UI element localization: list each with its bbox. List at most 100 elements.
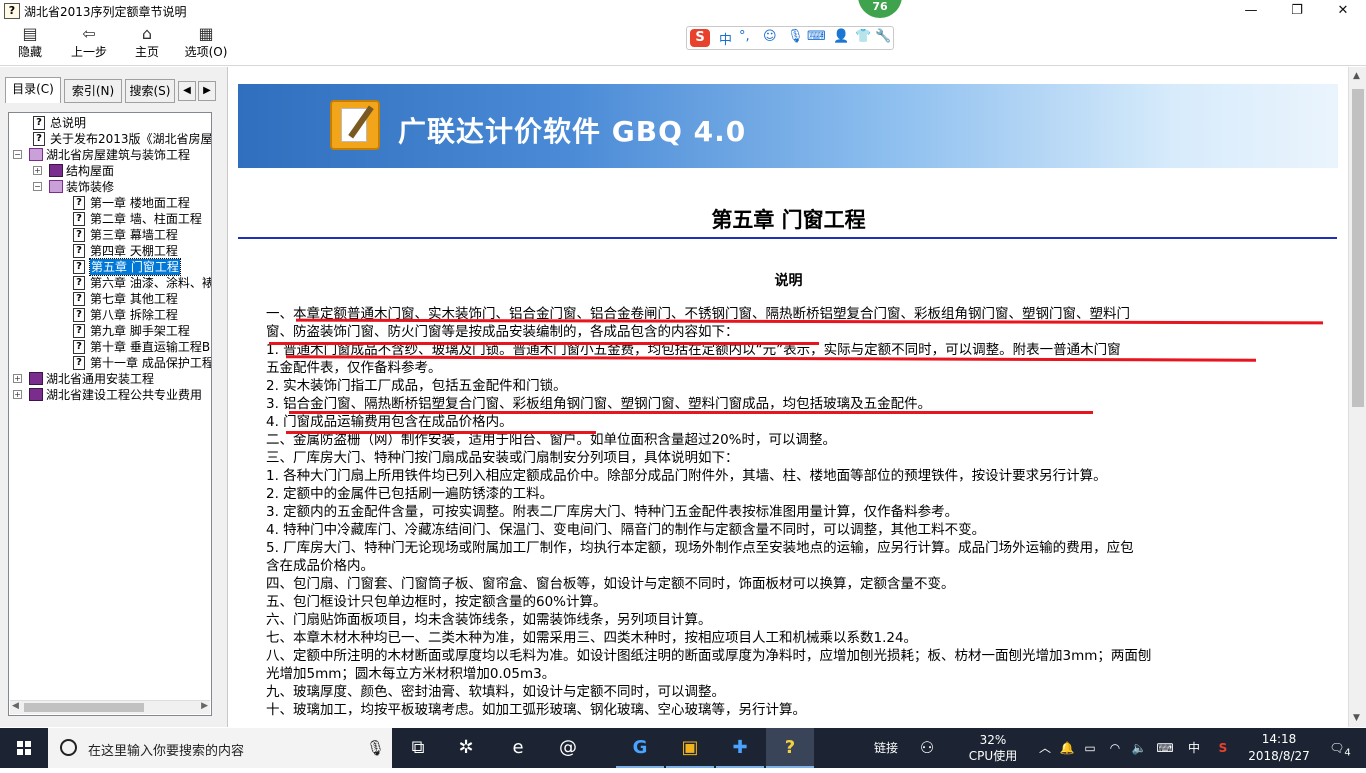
scroll-down-icon[interactable]: ▼ — [1353, 713, 1360, 723]
document-body: 一、本章定额普通木门窗、实木装饰门、铝合金门窗、铝合金卷闸门、不锈钢门窗、隔热断… — [266, 305, 1306, 719]
tab-scroll-right-icon[interactable]: ▶ — [198, 81, 216, 101]
taskbar-search[interactable]: 在这里输入你要搜索的内容 🎙 — [48, 728, 392, 768]
maximize-button[interactable]: ❐ — [1274, 0, 1320, 22]
help-page-icon: ? — [73, 356, 85, 370]
tree-horizontal-scrollbar[interactable]: ◀ ▶ — [10, 700, 210, 714]
cpu-meter[interactable]: 32% CPU使用 — [958, 728, 1028, 768]
book-icon — [49, 164, 63, 177]
tree-node-label: 关于发布2013版《湖北省房屋 — [50, 132, 212, 146]
keyboard-icon[interactable]: ⌨ — [807, 29, 826, 44]
expand-icon[interactable]: + — [33, 166, 42, 175]
contents-tree[interactable]: ? 总说明? 关于发布2013版《湖北省房屋 − 湖北省房屋建筑与装饰工程 + 结构屋面 − 装… — [8, 112, 212, 716]
chevron-up-icon[interactable]: ︿ — [1034, 728, 1056, 768]
doc-line: 五金配件表，仅作备料参考。 — [266, 360, 442, 376]
toolbar: ▤ 隐藏 ⇦ 上一步 ⌂ 主页 ▦ 选项(O) — [0, 22, 1366, 66]
sogou-tray-icon[interactable]: S — [1212, 728, 1234, 768]
tree-node-label: 结构屋面 — [66, 164, 115, 178]
scroll-thumb[interactable] — [1352, 89, 1364, 407]
product-banner: 广联达计价软件 GBQ 4.0 — [238, 84, 1338, 168]
g-app-icon[interactable]: G — [616, 728, 664, 768]
notepad-icon[interactable]: ▣ — [666, 728, 714, 768]
notification-count: 4 — [1344, 747, 1351, 759]
window-title: 湖北省2013序列定额章节说明 — [24, 5, 187, 19]
help-file-icon[interactable]: ? — [766, 728, 814, 768]
volume-icon[interactable]: 🔈 — [1128, 728, 1150, 768]
doc-line: 十、玻璃加工，均按平板玻璃考虑。如加工弧形玻璃、钢化玻璃、空心玻璃等，另行计算。 — [266, 702, 806, 718]
hide-button[interactable]: ▤ 隐藏 — [8, 24, 52, 64]
help-page-icon: ? — [73, 228, 85, 242]
tree-node[interactable]: ? 第七章 其他工程 — [9, 291, 211, 307]
ime-indicator[interactable]: 中 — [1182, 728, 1206, 768]
tree-node[interactable]: ? 关于发布2013版《湖北省房屋 — [9, 131, 212, 147]
tree-node-label: 第二章 墙、柱面工程 — [90, 212, 202, 226]
people-icon[interactable]: ⚇ — [912, 728, 942, 768]
wifi-icon[interactable]: ◠ — [1104, 728, 1126, 768]
hide-pane-icon: ▤ — [22, 24, 38, 43]
ime-toolbar[interactable]: S 中 °, ☺ 🎙 ⌨ 👤 👕 🔧 — [686, 26, 894, 50]
doc-line: 4. 特种门中冷藏库门、冷藏冻结间门、保温门、变电间门、隔音门的制作与定额含量不… — [266, 522, 986, 538]
tree-node[interactable]: ? 第二章 墙、柱面工程 — [9, 211, 211, 227]
action-center-icon[interactable]: 🗨4 — [1322, 728, 1358, 768]
start-button[interactable] — [0, 728, 48, 768]
tree-node[interactable]: ? 第九章 脚手架工程 — [9, 323, 211, 339]
tab-contents[interactable]: 目录(C) — [5, 77, 61, 103]
ime-punct[interactable]: °, — [739, 29, 750, 44]
tab-index[interactable]: 索引(N) — [64, 79, 122, 103]
scroll-left-icon[interactable]: ◀ — [12, 701, 19, 711]
tree-node[interactable]: ? 第十章 垂直运输工程B — [9, 339, 211, 355]
smiley-icon[interactable]: ☺ — [763, 29, 777, 44]
shirt-icon[interactable]: 👕 — [855, 29, 871, 44]
expand-icon[interactable]: + — [13, 374, 22, 383]
wrench-icon[interactable]: 🔧 — [875, 29, 891, 44]
scroll-thumb[interactable] — [24, 703, 144, 712]
edge-icon[interactable]: e — [494, 728, 542, 768]
task-view-icon[interactable]: ⧉ — [394, 728, 442, 768]
book-icon — [29, 388, 43, 401]
tree-node[interactable]: − 湖北省房屋建筑与装饰工程 — [9, 147, 211, 163]
red-underline — [286, 431, 596, 434]
tab-search[interactable]: 搜索(S) — [125, 79, 175, 103]
floating-badge[interactable]: 76 — [858, 0, 902, 18]
tree-node[interactable]: + 湖北省通用安装工程 — [9, 371, 211, 387]
collapse-icon[interactable]: − — [13, 150, 22, 159]
plus-app-icon[interactable]: ✚ — [716, 728, 764, 768]
notification-bell-icon[interactable]: 🔔 — [1058, 728, 1076, 768]
banner-title: 广联达计价软件 GBQ 4.0 — [398, 115, 747, 148]
collapse-icon[interactable]: − — [33, 182, 42, 191]
tree-node[interactable]: ? 第十一章 成品保护工程 — [9, 355, 211, 371]
scroll-up-icon[interactable]: ▲ — [1353, 71, 1360, 81]
tree-node[interactable]: + 湖北省建设工程公共专业费用 — [9, 387, 211, 403]
tree-node[interactable]: + 结构屋面 — [9, 163, 211, 179]
user-icon[interactable]: 👤 — [833, 29, 849, 44]
ime-mode[interactable]: 中 — [719, 29, 732, 48]
touch-keyboard-icon[interactable]: ⌨ — [1152, 728, 1178, 768]
tree-node[interactable]: ? 总说明 — [9, 115, 211, 131]
tree-node[interactable]: ? 第八章 拆除工程 — [9, 307, 211, 323]
tab-scroll-left-icon[interactable]: ◀ — [178, 81, 196, 101]
back-button[interactable]: ⇦ 上一步 — [62, 24, 116, 64]
options-button[interactable]: ▦ 选项(O) — [180, 24, 232, 64]
sogou-logo-icon[interactable]: S — [690, 29, 710, 47]
help-page-icon: ? — [73, 324, 85, 338]
doc-line: 九、玻璃厚度、颜色、密封油膏、软填料，如设计与定额不同时，可以调整。 — [266, 684, 725, 700]
mic-icon[interactable]: 🎙 — [366, 739, 385, 757]
swirl-icon[interactable]: @ — [544, 728, 592, 768]
clock[interactable]: 14:18 2018/8/27 — [1240, 728, 1318, 768]
scroll-right-icon[interactable]: ▶ — [201, 701, 208, 711]
vertical-scrollbar[interactable]: ▲ ▼ — [1348, 67, 1366, 727]
minimize-button[interactable]: — — [1228, 0, 1274, 22]
tree-node[interactable]: − 装饰装修 — [9, 179, 211, 195]
doc-line: 六、门扇贴饰面板项目，均未含装饰线条，如需装饰线条，另列项目计算。 — [266, 612, 712, 628]
close-button[interactable]: ✕ — [1320, 0, 1366, 22]
mic-icon[interactable]: 🎙 — [787, 29, 804, 44]
tree-node[interactable]: ? 第三章 幕墙工程 — [9, 227, 211, 243]
device-icon[interactable]: ▭ — [1080, 728, 1100, 768]
tree-node[interactable]: ? 第四章 天棚工程 — [9, 243, 211, 259]
links-toolbar[interactable]: 链接 — [866, 728, 906, 768]
pinwheel-icon[interactable]: ✲ — [442, 728, 490, 768]
tree-node[interactable]: ? 第一章 楼地面工程 — [9, 195, 211, 211]
home-button[interactable]: ⌂ 主页 — [126, 24, 168, 64]
expand-icon[interactable]: + — [13, 390, 22, 399]
tree-node[interactable]: ? 第六章 油漆、涂料、裱 — [9, 275, 211, 291]
tree-node[interactable]: ? 第五章 门窗工程 — [9, 258, 211, 276]
